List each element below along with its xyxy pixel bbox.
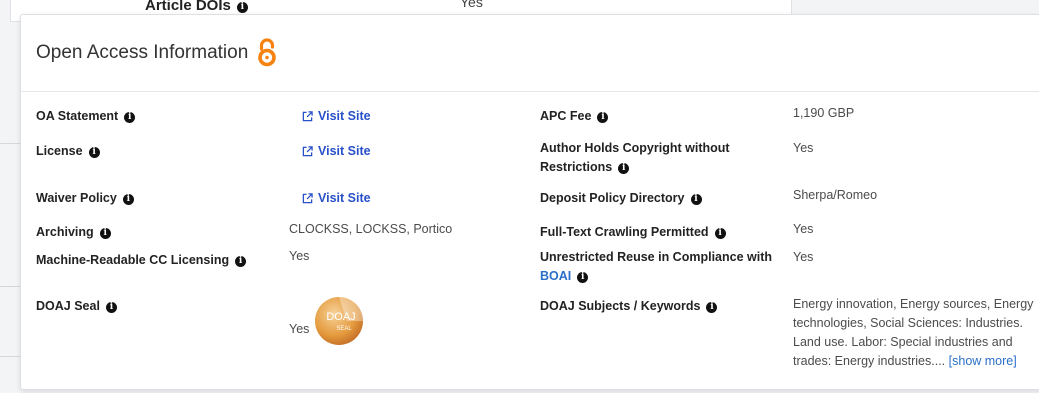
- doaj-subjects-value: Energy innovation, Energy sources, Energ…: [793, 297, 1034, 368]
- external-link-icon: [302, 146, 313, 157]
- divider: [0, 286, 22, 287]
- apc-fee-label: APC Fee i: [540, 107, 609, 126]
- machine-readable-label: Machine-Readable CC Licensing i: [36, 251, 247, 270]
- archiving-label: Archiving i: [36, 223, 111, 242]
- author-copyright-value: Yes: [793, 141, 814, 155]
- full-text-crawling-value: Yes: [793, 222, 814, 236]
- unrestricted-reuse-label: Unrestricted Reuse in Compliance with BO…: [540, 250, 772, 283]
- card-header: Open Access Information: [21, 15, 1039, 92]
- info-icon[interactable]: i: [105, 302, 117, 313]
- oa-statement-visit-site-link[interactable]: Visit Site: [302, 107, 371, 126]
- doaj-seal-value: Yes: [289, 322, 310, 336]
- show-more-link[interactable]: [show more]: [949, 354, 1017, 368]
- seal-subtext: SEAL: [336, 326, 352, 332]
- card-title: Open Access Information: [36, 42, 249, 63]
- article-dois-label: Article DOIs i: [145, 0, 248, 14]
- external-link-icon: [302, 193, 313, 204]
- article-dois-value: Yes: [460, 0, 483, 10]
- info-icon[interactable]: i: [236, 2, 248, 13]
- license-label: License i: [36, 142, 100, 161]
- info-icon[interactable]: i: [88, 147, 100, 158]
- doaj-subjects-label: DOAJ Subjects / Keywords i: [540, 297, 718, 316]
- deposit-policy-value: Sherpa/Romeo: [793, 188, 878, 202]
- external-link-icon: [302, 111, 313, 122]
- info-icon[interactable]: i: [597, 112, 609, 123]
- waiver-policy-visit-site-link[interactable]: Visit Site: [302, 189, 371, 208]
- doaj-seal-label: DOAJ Seal i: [36, 297, 117, 316]
- info-icon[interactable]: i: [235, 256, 247, 267]
- waiver-policy-label: Waiver Policy i: [36, 189, 134, 208]
- info-icon[interactable]: i: [99, 228, 111, 239]
- info-icon[interactable]: i: [706, 302, 718, 313]
- info-icon[interactable]: i: [618, 163, 630, 174]
- divider: [0, 356, 22, 357]
- info-icon[interactable]: i: [577, 272, 589, 283]
- machine-readable-value: Yes: [289, 249, 310, 263]
- deposit-policy-label: Deposit Policy Directory i: [540, 189, 702, 208]
- info-icon[interactable]: i: [122, 194, 134, 205]
- full-text-crawling-label: Full-Text Crawling Permitted i: [540, 223, 726, 242]
- info-icon[interactable]: i: [690, 194, 702, 205]
- unrestricted-reuse-value: Yes: [793, 250, 814, 264]
- open-access-icon: [258, 37, 277, 66]
- license-visit-site-link[interactable]: Visit Site: [302, 142, 371, 161]
- author-copyright-label: Author Holds Copyright without Restricti…: [540, 141, 730, 174]
- info-icon[interactable]: i: [124, 112, 136, 123]
- archiving-value: CLOCKSS, LOCKSS, Portico: [289, 222, 453, 236]
- seal-text: DOAJ: [326, 311, 355, 323]
- boai-link[interactable]: BOAI: [540, 269, 571, 283]
- open-access-card: Open Access Information OA Statement i Vi…: [20, 14, 1039, 390]
- divider: [0, 143, 22, 144]
- oa-statement-label: OA Statement i: [36, 107, 136, 126]
- doaj-seal-icon: DOAJ SEAL: [315, 297, 363, 345]
- apc-fee-value: 1,190 GBP: [793, 106, 855, 120]
- info-icon[interactable]: i: [714, 228, 726, 239]
